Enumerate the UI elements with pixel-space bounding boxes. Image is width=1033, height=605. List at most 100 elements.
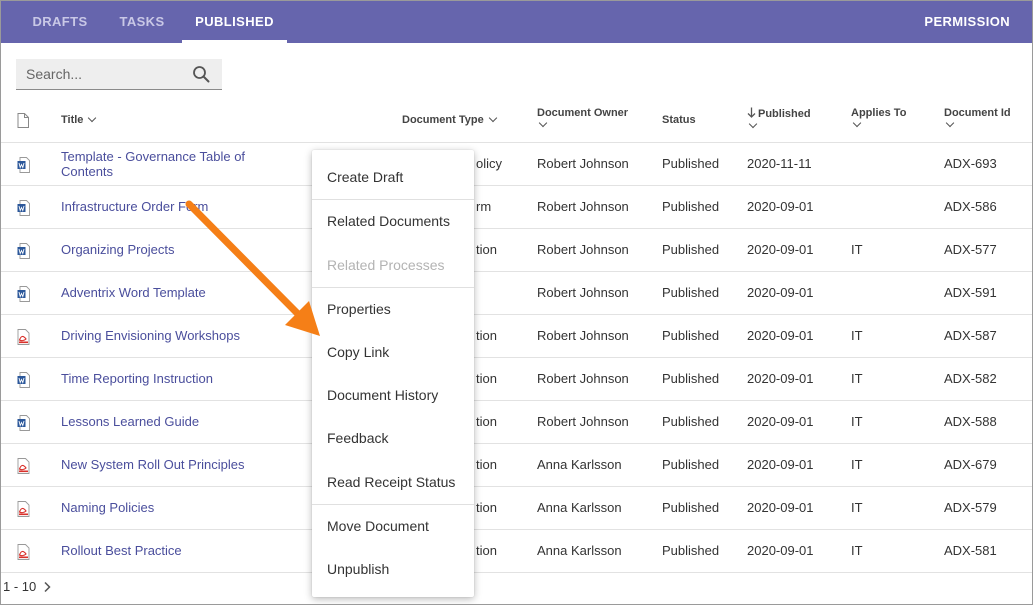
status-cell: Published bbox=[662, 156, 720, 171]
column-header-applies-to-label: Applies To bbox=[851, 107, 907, 119]
document-id-cell: ADX-591 bbox=[944, 285, 997, 300]
tab-tasks[interactable]: TASKS bbox=[103, 1, 181, 43]
menu-item-create-draft[interactable]: Create Draft bbox=[312, 162, 474, 192]
document-owner-cell: Robert Johnson bbox=[537, 328, 629, 343]
menu-item-document-history[interactable]: Document History bbox=[312, 380, 474, 410]
search-icon[interactable] bbox=[192, 65, 210, 83]
document-title-link[interactable]: Infrastructure Order Form bbox=[61, 199, 261, 214]
menu-item-related-documents[interactable]: Related Documents bbox=[312, 206, 474, 236]
app-window: DRAFTS TASKS PUBLISHED PERMISSION Title … bbox=[0, 0, 1033, 605]
chevron-down-icon bbox=[852, 118, 862, 128]
search-input[interactable] bbox=[16, 59, 186, 89]
published-date-cell: 2020-11-11 bbox=[747, 156, 812, 171]
document-owner-cell: Robert Johnson bbox=[537, 414, 629, 429]
table-row[interactable]: Driving Envisioning Workshops tion Robert … bbox=[1, 315, 1032, 358]
status-cell: Published bbox=[662, 242, 720, 257]
search-box bbox=[16, 59, 222, 90]
document-id-cell: ADX-579 bbox=[944, 500, 997, 515]
menu-item-feedback[interactable]: Feedback bbox=[312, 423, 474, 453]
word-doc-icon bbox=[17, 157, 30, 173]
document-title-link[interactable]: Template - Governance Table of Contents bbox=[61, 149, 261, 179]
sort-descending-icon bbox=[747, 107, 756, 118]
column-header-status-label: Status bbox=[662, 114, 696, 126]
document-title-link[interactable]: New System Roll Out Principles bbox=[61, 457, 261, 472]
status-cell: Published bbox=[662, 543, 720, 558]
published-date-cell: 2020-09-01 bbox=[747, 457, 814, 472]
table-row[interactable]: Infrastructure Order Form rm Robert Johnso… bbox=[1, 186, 1032, 229]
applies-to-cell: IT bbox=[851, 328, 863, 343]
document-type-cell: tion bbox=[476, 457, 497, 472]
column-header-applies-to[interactable]: Applies To bbox=[851, 107, 906, 143]
pagination-range: 1 - 10 bbox=[3, 579, 37, 594]
document-title-link[interactable]: Adventrix Word Template bbox=[61, 285, 261, 300]
applies-to-cell: IT bbox=[851, 500, 863, 515]
tab-drafts[interactable]: DRAFTS bbox=[17, 1, 103, 43]
table-row[interactable]: Adventrix Word Template Robert Johnson Pub… bbox=[1, 272, 1032, 315]
document-type-cell: tion bbox=[476, 371, 497, 386]
document-owner-cell: Anna Karlsson bbox=[537, 457, 622, 472]
chevron-right-icon[interactable] bbox=[42, 581, 52, 593]
document-owner-cell: Robert Johnson bbox=[537, 156, 629, 171]
column-header-document-id-label: Document Id bbox=[944, 107, 1011, 119]
document-id-cell: ADX-588 bbox=[944, 414, 997, 429]
pdf-doc-icon bbox=[17, 458, 30, 474]
document-title-link[interactable]: Naming Policies bbox=[61, 500, 261, 515]
pdf-doc-icon bbox=[17, 329, 30, 345]
status-cell: Published bbox=[662, 371, 720, 386]
menu-divider bbox=[312, 504, 474, 505]
document-owner-cell: Robert Johnson bbox=[537, 242, 629, 257]
applies-to-cell: IT bbox=[851, 414, 863, 429]
published-date-cell: 2020-09-01 bbox=[747, 371, 814, 386]
column-header-document-owner-label: Document Owner bbox=[537, 107, 629, 119]
document-title-link[interactable]: Driving Envisioning Workshops bbox=[61, 328, 261, 343]
published-date-cell: 2020-09-01 bbox=[747, 500, 814, 515]
column-header-document-id[interactable]: Document Id bbox=[944, 107, 1011, 143]
document-type-cell: rm bbox=[476, 199, 492, 214]
menu-item-properties[interactable]: Properties bbox=[312, 294, 474, 324]
document-id-cell: ADX-693 bbox=[944, 156, 997, 171]
table-row[interactable]: Lessons Learned Guide tion Robert Johnson P… bbox=[1, 401, 1032, 444]
table-row[interactable]: Template - Governance Table of Contents o… bbox=[1, 143, 1032, 186]
document-type-cell: tion bbox=[476, 242, 497, 257]
status-cell: Published bbox=[662, 285, 720, 300]
document-owner-cell: Robert Johnson bbox=[537, 371, 629, 386]
row-divider bbox=[1, 572, 1032, 573]
column-header-published[interactable]: Published bbox=[747, 107, 811, 143]
menu-divider bbox=[312, 199, 474, 200]
document-title-link[interactable]: Time Reporting Instruction bbox=[61, 371, 261, 386]
table-row[interactable]: Time Reporting Instruction tion Robert Joh… bbox=[1, 358, 1032, 401]
word-doc-icon bbox=[17, 243, 30, 259]
permission-button[interactable]: PERMISSION bbox=[924, 1, 1010, 43]
menu-item-move-document[interactable]: Move Document bbox=[312, 511, 474, 541]
applies-to-cell: IT bbox=[851, 371, 863, 386]
table-row[interactable]: New System Roll Out Principles tion Anna K… bbox=[1, 444, 1032, 487]
menu-divider bbox=[312, 287, 474, 288]
table-row[interactable]: Rollout Best Practice tion Anna Karlsson Pu… bbox=[1, 530, 1032, 573]
published-date-cell: 2020-09-01 bbox=[747, 414, 814, 429]
status-cell: Published bbox=[662, 414, 720, 429]
menu-item-copy-link[interactable]: Copy Link bbox=[312, 337, 474, 367]
table-row[interactable]: Organizing Projects tion Robert Johnson Pub… bbox=[1, 229, 1032, 272]
document-title-link[interactable]: Organizing Projects bbox=[61, 242, 261, 257]
column-header-title-label: Title bbox=[61, 114, 84, 126]
applies-to-cell: IT bbox=[851, 242, 863, 257]
table-row[interactable]: Naming Policies tion Anna Karlsson Publishe… bbox=[1, 487, 1032, 530]
pdf-doc-icon bbox=[17, 501, 30, 517]
published-date-cell: 2020-09-01 bbox=[747, 543, 814, 558]
document-type-cell: tion bbox=[476, 328, 497, 343]
chevron-down-icon bbox=[945, 118, 955, 128]
document-title-link[interactable]: Rollout Best Practice bbox=[61, 543, 261, 558]
top-nav-bar: DRAFTS TASKS PUBLISHED PERMISSION bbox=[1, 1, 1032, 43]
word-doc-icon bbox=[17, 200, 30, 216]
pdf-doc-icon bbox=[17, 544, 30, 560]
menu-item-unpublish[interactable]: Unpublish bbox=[312, 554, 474, 584]
menu-item-read-receipt-status[interactable]: Read Receipt Status bbox=[312, 467, 474, 497]
column-header-document-owner[interactable]: Document Owner bbox=[537, 107, 628, 143]
word-doc-icon bbox=[17, 415, 30, 431]
document-id-cell: ADX-582 bbox=[944, 371, 997, 386]
document-title-link[interactable]: Lessons Learned Guide bbox=[61, 414, 261, 429]
document-id-cell: ADX-581 bbox=[944, 543, 997, 558]
document-type-cell: tion bbox=[476, 543, 497, 558]
tab-published[interactable]: PUBLISHED bbox=[182, 1, 287, 43]
document-owner-cell: Anna Karlsson bbox=[537, 500, 622, 515]
